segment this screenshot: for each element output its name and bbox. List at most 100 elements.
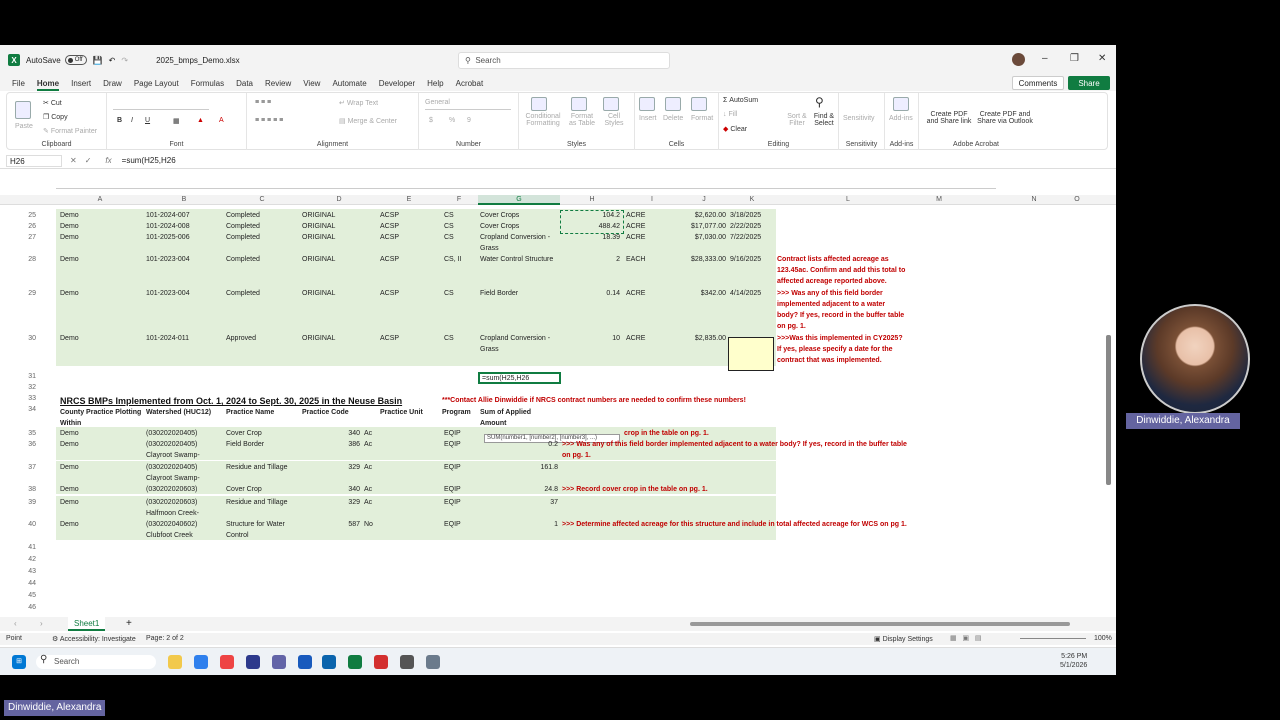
sensitivity-button[interactable]: Sensitivity xyxy=(843,115,875,122)
paste-button[interactable]: Paste xyxy=(15,123,33,130)
row-header[interactable]: 40 xyxy=(20,521,36,528)
search-input[interactable]: ⚲ Search xyxy=(458,52,670,69)
word-icon[interactable] xyxy=(298,655,312,669)
taskbar-search[interactable]: Search xyxy=(36,655,156,669)
create-pdf-outlook-button[interactable]: Create PDF and Share via Outlook xyxy=(977,111,1033,125)
row-header[interactable]: 30 xyxy=(20,335,36,342)
format-table-button[interactable]: Format as Table xyxy=(567,113,597,127)
maximize-icon[interactable]: ❐ xyxy=(1070,53,1079,64)
normal-view-icon[interactable]: ▦ ▣ ▤ xyxy=(950,634,982,642)
row-header[interactable]: 33 xyxy=(20,395,36,402)
zoom-slider[interactable] xyxy=(1020,638,1086,639)
autosum-button[interactable]: Σ AutoSum xyxy=(723,97,758,104)
menu-developer[interactable]: Developer xyxy=(379,79,415,88)
accessibility-status[interactable]: ⚙ Accessibility: Investigate xyxy=(52,635,136,643)
format-table-icon[interactable] xyxy=(571,97,587,111)
cell-styles-button[interactable]: Cell Styles xyxy=(601,113,627,127)
file-explorer-icon[interactable] xyxy=(168,655,182,669)
menu-help[interactable]: Help xyxy=(427,79,443,88)
row-header[interactable]: 43 xyxy=(20,568,36,575)
edge-icon[interactable] xyxy=(194,655,208,669)
column-header-n[interactable]: N xyxy=(1008,195,1060,205)
underline-button[interactable]: U xyxy=(145,117,150,124)
app-icon[interactable] xyxy=(400,655,414,669)
row-header[interactable]: 41 xyxy=(20,544,36,551)
column-header-c[interactable]: C xyxy=(224,195,300,205)
row-header[interactable]: 34 xyxy=(20,406,36,413)
insert-button[interactable]: Insert xyxy=(639,115,657,122)
menu-view[interactable]: View xyxy=(303,79,320,88)
row-header[interactable]: 45 xyxy=(20,592,36,599)
close-icon[interactable]: ✕ xyxy=(1098,53,1106,64)
column-header-e[interactable]: E xyxy=(378,195,440,205)
row-header[interactable]: 32 xyxy=(20,384,36,391)
delete-button[interactable]: Delete xyxy=(663,115,683,122)
menu-acrobat[interactable]: Acrobat xyxy=(456,79,484,88)
column-header-i[interactable]: I xyxy=(624,195,680,205)
cell-styles-icon[interactable] xyxy=(603,97,619,111)
menu-review[interactable]: Review xyxy=(265,79,291,88)
row-header[interactable]: 31 xyxy=(20,373,36,380)
row-header[interactable]: 46 xyxy=(20,604,36,611)
row-header[interactable]: 38 xyxy=(20,486,36,493)
vertical-scrollbar[interactable] xyxy=(1106,335,1111,485)
comma-button[interactable]: 9 xyxy=(467,117,471,124)
chrome-icon[interactable] xyxy=(220,655,234,669)
conditional-formatting-icon[interactable] xyxy=(531,97,547,111)
share-button[interactable]: Share xyxy=(1068,76,1110,90)
column-header-g[interactable]: G xyxy=(478,195,560,205)
addins-icon[interactable] xyxy=(893,97,909,111)
autosave-toggle[interactable]: Off xyxy=(64,55,87,65)
zoom-app-icon[interactable] xyxy=(246,655,260,669)
insert-cells-icon[interactable] xyxy=(639,97,655,111)
settings-icon[interactable] xyxy=(426,655,440,669)
menu-formulas[interactable]: Formulas xyxy=(191,79,224,88)
addins-button[interactable]: Add-ins xyxy=(889,115,913,122)
next-sheet-icon[interactable]: › xyxy=(40,619,43,628)
fill-button[interactable]: ↓ Fill xyxy=(723,111,737,118)
menu-data[interactable]: Data xyxy=(236,79,253,88)
row-header[interactable]: 27 xyxy=(20,234,36,241)
menu-page-layout[interactable]: Page Layout xyxy=(134,79,179,88)
active-cell-editor[interactable]: =sum(H25,H26 xyxy=(478,372,561,384)
format-cells-icon[interactable] xyxy=(691,97,707,111)
name-box[interactable]: H26 xyxy=(6,154,62,167)
horizontal-scrollbar[interactable] xyxy=(690,622,1070,626)
bold-button[interactable]: B xyxy=(117,117,122,124)
format-painter-button[interactable]: ✎ Format Painter xyxy=(43,127,97,135)
cut-button[interactable]: ✂ Cut xyxy=(43,99,62,107)
row-header[interactable]: 35 xyxy=(20,430,36,437)
format-button[interactable]: Format xyxy=(691,115,713,122)
paste-icon[interactable] xyxy=(15,101,31,119)
filename[interactable]: 2025_bmps_Demo.xlsx xyxy=(156,56,240,65)
find-select-button[interactable]: Find & Select xyxy=(811,113,837,127)
clear-button[interactable]: ◆ Clear xyxy=(723,125,747,133)
menu-automate[interactable]: Automate xyxy=(332,79,366,88)
copy-button[interactable]: ❐ Copy xyxy=(43,113,68,121)
excel-taskbar-icon[interactable] xyxy=(348,655,362,669)
taskbar-clock[interactable]: 5:26 PM 5/1/2026 xyxy=(1060,652,1087,670)
formula-input[interactable]: =sum(H25,H26 xyxy=(122,156,176,165)
row-header[interactable]: 29 xyxy=(20,290,36,297)
column-header-m[interactable]: M xyxy=(920,195,958,205)
column-header-k[interactable]: K xyxy=(728,195,776,205)
menu-home[interactable]: Home xyxy=(36,79,60,91)
align-top-icon[interactable]: ≡ ≡ ≡ xyxy=(255,99,271,106)
column-header-d[interactable]: D xyxy=(300,195,378,205)
menu-file[interactable]: File xyxy=(12,79,25,88)
column-header-l[interactable]: L xyxy=(776,195,920,205)
row-header[interactable]: 44 xyxy=(20,580,36,587)
highlighted-cell[interactable] xyxy=(728,337,774,371)
avatar[interactable] xyxy=(1012,53,1025,66)
font-color-icon[interactable]: A xyxy=(219,117,224,124)
column-header-j[interactable]: J xyxy=(680,195,728,205)
create-pdf-share-button[interactable]: Create PDF and Share link xyxy=(925,111,973,125)
add-sheet-icon[interactable]: + xyxy=(126,618,132,629)
undo-icon[interactable]: ↶ xyxy=(109,56,116,65)
cancel-icon[interactable]: ✕ xyxy=(70,156,77,165)
delete-cells-icon[interactable] xyxy=(665,97,681,111)
fx-icon[interactable]: fx xyxy=(105,156,111,165)
column-header-f[interactable]: F xyxy=(440,195,478,205)
borders-icon[interactable]: ▦ xyxy=(173,117,180,125)
fill-color-icon[interactable]: ▲ xyxy=(197,117,204,124)
